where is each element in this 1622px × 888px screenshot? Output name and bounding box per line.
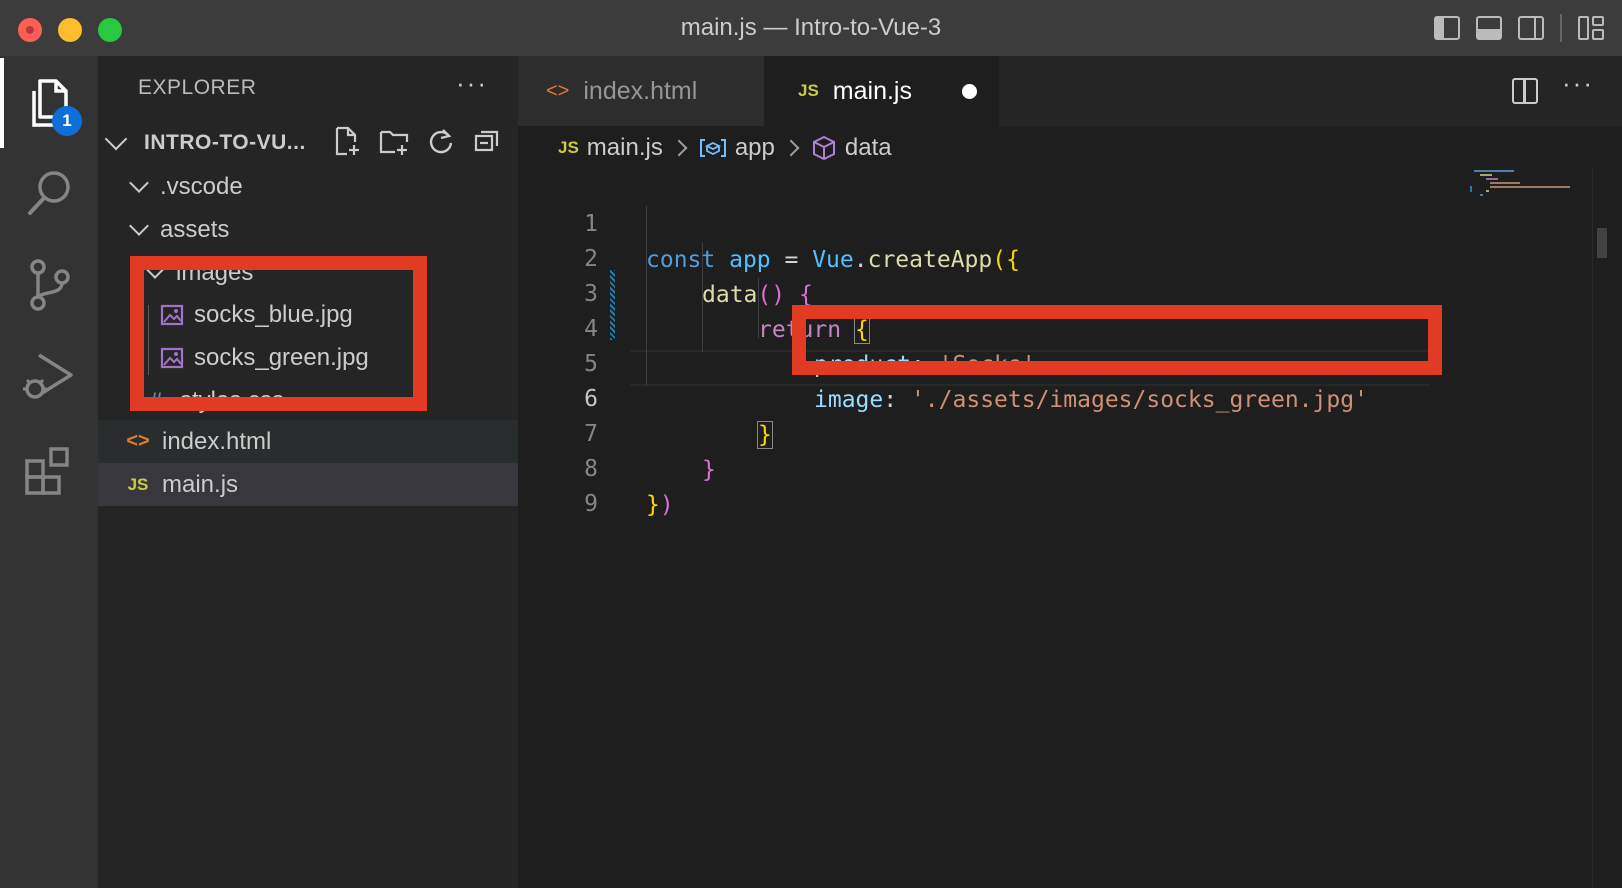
code-line: 3 return { <box>518 240 1518 344</box>
breadcrumb: JS main.js app data <box>558 130 892 166</box>
tab-index-html[interactable]: <> index.html <box>518 56 764 126</box>
workspace-folder-name: INTRO-TO-VU... <box>144 131 306 154</box>
search-icon <box>28 171 70 215</box>
refresh-icon[interactable] <box>427 126 455 156</box>
editor-more-button[interactable]: ··· <box>1562 68 1594 99</box>
editor-tabs: <> index.html JS main.js ··· <box>518 56 1622 126</box>
unsaved-dot-icon[interactable] <box>962 84 977 99</box>
tree-item-assets[interactable]: assets <box>98 208 518 251</box>
layout-separator <box>1560 14 1562 42</box>
explorer-header: EXPLORER <box>138 76 257 99</box>
chevron-right-icon <box>782 139 800 157</box>
tree-item-vscode[interactable]: .vscode <box>98 165 518 208</box>
tab-label: index.html <box>583 76 698 105</box>
code-line: 9 <box>518 450 1518 517</box>
js-file-icon: JS <box>127 474 149 494</box>
vscode-window: main.js — Intro-to-Vue-3 1 EXPLORER ··· … <box>0 0 1622 888</box>
chevron-down-icon <box>104 127 128 151</box>
tree-item-label: main.js <box>162 470 239 498</box>
code-editor[interactable]: 1 const app = Vue.createApp({ 2 data() {… <box>518 170 1622 888</box>
toggle-panel-icon[interactable] <box>1476 16 1502 40</box>
minimap[interactable] <box>1470 168 1590 208</box>
window-title: main.js — Intro-to-Vue-3 <box>680 14 942 41</box>
activity-bar: 1 <box>0 56 98 888</box>
method-cube-icon <box>812 135 835 161</box>
chevron-down-icon <box>129 215 149 236</box>
extensions-activity[interactable] <box>0 426 98 516</box>
folder-actions <box>333 126 501 156</box>
code-line: 8 }) <box>518 415 1518 518</box>
tree-item-label: index.html <box>162 427 272 455</box>
html-file-icon: <> <box>126 430 150 452</box>
search-activity[interactable] <box>0 148 98 238</box>
run-debug-activity[interactable] <box>0 332 98 422</box>
toggle-primary-sidebar-icon[interactable] <box>1434 16 1460 40</box>
chevron-down-icon <box>129 172 149 193</box>
source-control-activity[interactable] <box>0 240 98 330</box>
new-file-icon[interactable] <box>333 126 361 156</box>
tree-item-index-html[interactable]: <> index.html <box>98 420 518 463</box>
html-file-icon: <> <box>546 79 570 102</box>
split-editor-icon[interactable] <box>1512 78 1538 104</box>
extensions-icon <box>25 447 69 495</box>
toggle-secondary-sidebar-icon[interactable] <box>1518 16 1544 40</box>
js-file-icon: JS <box>558 138 579 157</box>
code-line: 1 const app = Vue.createApp({ <box>518 170 1518 273</box>
customize-layout-icon[interactable] <box>1578 16 1604 40</box>
run-and-debug-icon <box>23 353 73 399</box>
tree-item-label: assets <box>160 215 230 243</box>
new-folder-icon[interactable] <box>379 126 409 156</box>
breadcrumb-file[interactable]: main.js <box>587 134 663 162</box>
vertical-scrollbar[interactable] <box>1592 168 1622 888</box>
js-file-icon: JS <box>798 81 819 100</box>
variable-icon <box>699 139 726 157</box>
layout-controls <box>1434 14 1604 42</box>
explorer-activity[interactable]: 1 <box>0 58 98 148</box>
tab-main-js[interactable]: JS main.js <box>764 56 999 126</box>
tab-label: main.js <box>832 76 912 105</box>
code-line: 2 data() { <box>518 205 1518 308</box>
tree-item-main-js[interactable]: JS main.js <box>98 463 518 506</box>
explorer-badge: 1 <box>52 106 82 136</box>
breadcrumb-app[interactable]: app <box>735 134 775 162</box>
chevron-right-icon <box>670 139 688 157</box>
breadcrumb-data[interactable]: data <box>845 134 892 162</box>
title-bar: main.js — Intro-to-Vue-3 <box>0 0 1622 57</box>
workspace-folder-header[interactable]: INTRO-TO-VU... <box>104 126 508 160</box>
code-line: 7 } <box>518 380 1518 483</box>
source-control-icon <box>30 259 70 311</box>
highlight-box-images <box>130 256 427 411</box>
tree-item-label: .vscode <box>160 172 243 200</box>
highlight-box-image-path <box>792 305 1442 375</box>
explorer-sidebar: EXPLORER ··· INTRO-TO-VU... .vscode asse… <box>98 56 518 888</box>
line-number: 9 <box>584 491 598 517</box>
collapse-all-icon[interactable] <box>473 126 501 156</box>
explorer-more-button[interactable]: ··· <box>456 68 488 99</box>
scrollbar-thumb[interactable] <box>1597 228 1607 258</box>
